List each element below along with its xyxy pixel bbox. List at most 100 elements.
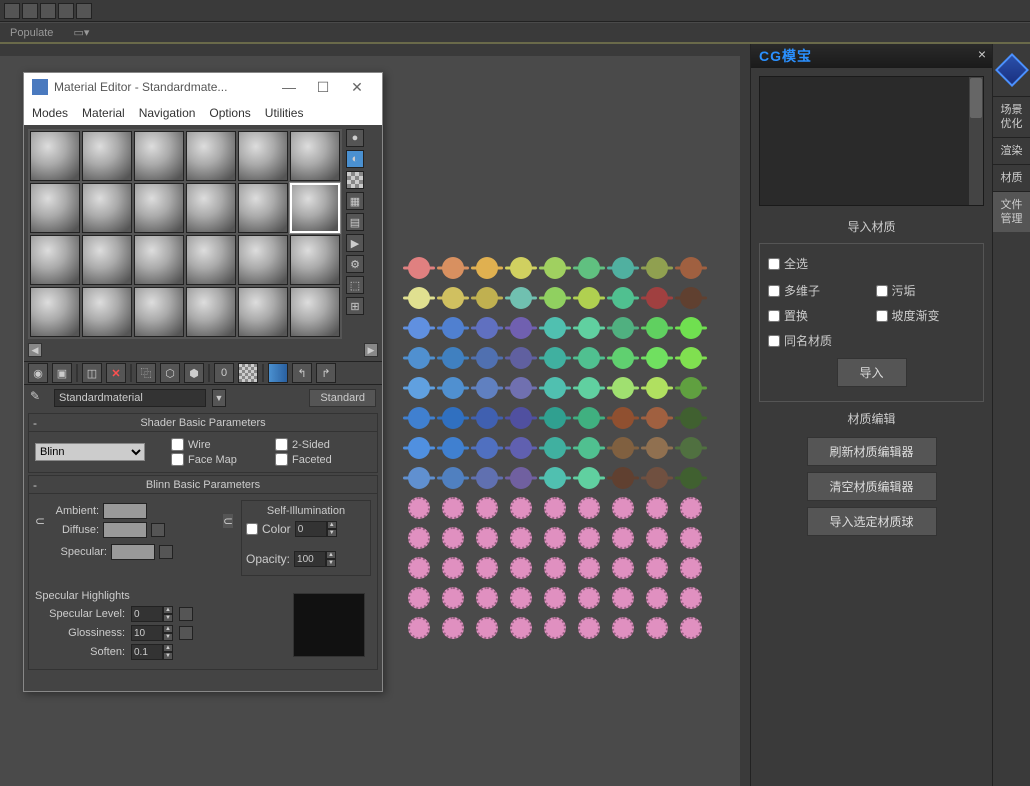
- viewport-material[interactable]: [643, 406, 671, 430]
- viewport-material[interactable]: [507, 436, 535, 460]
- sample-slot[interactable]: [186, 287, 236, 337]
- sample-slot[interactable]: [238, 235, 288, 285]
- viewport-material[interactable]: [609, 346, 637, 370]
- viewport-material[interactable]: [575, 496, 603, 520]
- viewport-material[interactable]: [405, 376, 433, 400]
- tab-render[interactable]: 渲染: [993, 137, 1030, 164]
- viewport-material[interactable]: [575, 586, 603, 610]
- material-id-button[interactable]: 0: [214, 363, 234, 383]
- viewport-material[interactable]: [677, 496, 705, 520]
- viewport-material[interactable]: [575, 256, 603, 280]
- viewport-material[interactable]: [473, 436, 501, 460]
- sample-slot[interactable]: [30, 287, 80, 337]
- blinn-rollout-header[interactable]: - Blinn Basic Parameters: [29, 476, 377, 494]
- viewport-material[interactable]: [541, 286, 569, 310]
- sample-slot[interactable]: [186, 131, 236, 181]
- viewport-material[interactable]: [405, 346, 433, 370]
- toolbar-button[interactable]: [76, 3, 92, 19]
- viewport-material[interactable]: [405, 316, 433, 340]
- scroll-left-icon[interactable]: ◀: [28, 343, 42, 357]
- viewport-material[interactable]: [541, 526, 569, 550]
- viewport-material[interactable]: [541, 406, 569, 430]
- viewport-material[interactable]: [541, 496, 569, 520]
- viewport-material[interactable]: [439, 376, 467, 400]
- viewport-material[interactable]: [473, 316, 501, 340]
- viewport-material[interactable]: [473, 526, 501, 550]
- sample-slot[interactable]: [290, 131, 340, 181]
- viewport-material[interactable]: [405, 526, 433, 550]
- viewport-material[interactable]: [473, 616, 501, 640]
- clear-editor-button[interactable]: 清空材质编辑器: [807, 472, 937, 501]
- diamond-icon[interactable]: [994, 52, 1030, 88]
- sample-type-button[interactable]: ●: [346, 129, 364, 147]
- viewport-material[interactable]: [439, 436, 467, 460]
- viewport-material[interactable]: [575, 616, 603, 640]
- multi-sub-checkbox[interactable]: 多维子: [768, 279, 868, 302]
- viewport-material[interactable]: [643, 286, 671, 310]
- viewport-material[interactable]: [677, 556, 705, 580]
- viewport-material[interactable]: [609, 286, 637, 310]
- viewport-material[interactable]: [439, 406, 467, 430]
- viewport-material[interactable]: [541, 316, 569, 340]
- sample-slot[interactable]: [238, 131, 288, 181]
- two-sided-checkbox[interactable]: 2-Sided: [275, 438, 371, 451]
- displace-checkbox[interactable]: 置换: [768, 304, 868, 327]
- import-selected-button[interactable]: 导入选定材质球: [807, 507, 937, 536]
- viewport-material[interactable]: [405, 406, 433, 430]
- assign-material-button[interactable]: ◫: [82, 363, 102, 383]
- go-to-parent-button[interactable]: ↰: [292, 363, 312, 383]
- sample-slot[interactable]: [82, 235, 132, 285]
- viewport-material[interactable]: [643, 316, 671, 340]
- viewport-material[interactable]: [507, 376, 535, 400]
- sample-slot[interactable]: [30, 183, 80, 233]
- viewport-material[interactable]: [405, 436, 433, 460]
- viewport-material[interactable]: [473, 466, 501, 490]
- eyedropper-icon[interactable]: ✎: [30, 389, 48, 407]
- sample-slot[interactable]: [186, 183, 236, 233]
- select-by-material-button[interactable]: ⬚: [346, 276, 364, 294]
- viewport-material[interactable]: [677, 466, 705, 490]
- sample-slot[interactable]: [30, 235, 80, 285]
- tab-material[interactable]: 材质: [993, 164, 1030, 191]
- viewport-material[interactable]: [507, 316, 535, 340]
- viewport-material[interactable]: [439, 466, 467, 490]
- sample-scrollbar[interactable]: ◀ ▶: [28, 343, 378, 357]
- glossiness-value[interactable]: [131, 625, 163, 641]
- menu-material[interactable]: Material: [82, 106, 125, 120]
- sample-uv-button[interactable]: ▦: [346, 192, 364, 210]
- viewport-material[interactable]: [609, 316, 637, 340]
- viewport-material[interactable]: [609, 256, 637, 280]
- viewport-material[interactable]: [609, 376, 637, 400]
- sample-slot[interactable]: [82, 287, 132, 337]
- menu-options[interactable]: Options: [209, 106, 250, 120]
- viewport-material[interactable]: [609, 616, 637, 640]
- viewport-material[interactable]: [575, 436, 603, 460]
- viewport-material[interactable]: [677, 256, 705, 280]
- viewport-material[interactable]: [643, 256, 671, 280]
- viewport-material[interactable]: [677, 616, 705, 640]
- tab-scene-optimization[interactable]: 场景优化: [993, 96, 1030, 137]
- viewport-material[interactable]: [677, 436, 705, 460]
- sample-slot[interactable]: [290, 287, 340, 337]
- viewport-material[interactable]: [473, 346, 501, 370]
- material-editor-titlebar[interactable]: Material Editor - Standardmate... — ☐ ✕: [24, 73, 382, 101]
- viewport-material[interactable]: [575, 406, 603, 430]
- self-illum-color-checkbox[interactable]: [246, 523, 258, 535]
- go-forward-button[interactable]: ↱: [316, 363, 336, 383]
- viewport-material[interactable]: [405, 556, 433, 580]
- menu-modes[interactable]: Modes: [32, 106, 68, 120]
- same-name-checkbox[interactable]: 同名材质: [768, 329, 868, 352]
- specular-level-value[interactable]: [131, 606, 163, 622]
- sample-slot[interactable]: [238, 287, 288, 337]
- sample-slot[interactable]: [134, 131, 184, 181]
- sample-slot[interactable]: [82, 183, 132, 233]
- viewport-material[interactable]: [609, 526, 637, 550]
- viewport-material[interactable]: [677, 286, 705, 310]
- toolbar-button[interactable]: [22, 3, 38, 19]
- material-type-button[interactable]: Standard: [309, 389, 376, 407]
- viewport-material[interactable]: [507, 616, 535, 640]
- viewport-material[interactable]: [677, 526, 705, 550]
- video-check-button[interactable]: ▤: [346, 213, 364, 231]
- sample-slot[interactable]: [290, 235, 340, 285]
- viewport-material[interactable]: [541, 556, 569, 580]
